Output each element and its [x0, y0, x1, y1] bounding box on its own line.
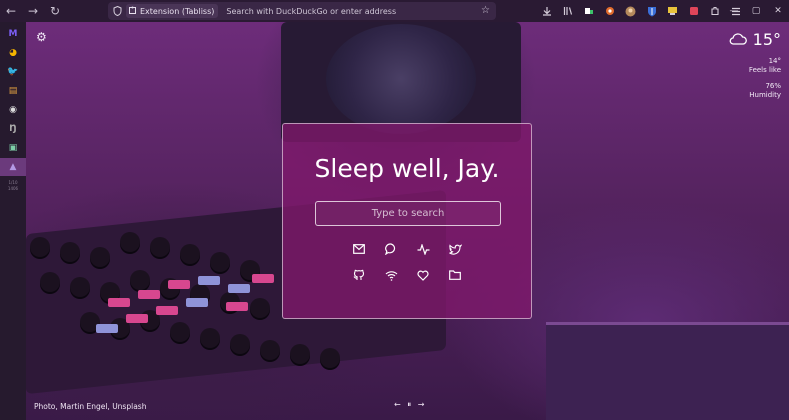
weather-temperature: 15° — [752, 30, 781, 49]
synth-knob — [130, 270, 150, 290]
synth-knob — [260, 340, 280, 360]
minimize-button[interactable]: — — [723, 0, 745, 22]
synth-key — [96, 324, 118, 333]
synth-knob — [70, 277, 90, 297]
chat-icon: ▣ — [8, 143, 18, 153]
sidebar-item-twitter-icon[interactable]: 🐦 — [0, 63, 26, 81]
greeting-card: Sleep well, Jay. Type to search — [282, 123, 532, 319]
mail-icon[interactable] — [351, 241, 367, 257]
synth-key — [156, 306, 178, 315]
sidebar-item-gmail-icon[interactable]: M — [0, 25, 26, 43]
chat-bubble-icon[interactable] — [383, 241, 399, 257]
synth-knob — [150, 237, 170, 257]
synth-knob — [40, 272, 60, 292]
github-icon: ◉ — [9, 105, 17, 115]
web-panel-sidebar: M ◕ 🐦 ▤ ◉ Ŋ ▣ ▲ 1/10 1406 — [0, 22, 26, 420]
bookmark-star-icon[interactable]: ☆ — [481, 5, 490, 16]
sidebar-footer: 1/10 1406 — [7, 180, 19, 191]
synth-knob — [210, 252, 230, 272]
synth-key — [126, 314, 148, 323]
sidebar-item-github-icon[interactable]: ◉ — [0, 101, 26, 119]
synth-knob — [90, 247, 110, 267]
download-icon[interactable] — [536, 0, 557, 22]
extensions-icon[interactable] — [704, 0, 725, 22]
feels-like-label: Feels like — [748, 66, 781, 74]
back-button[interactable]: ← — [0, 0, 22, 22]
cloud-icon — [729, 30, 747, 49]
avatar-icon[interactable] — [620, 0, 641, 22]
activity-icon[interactable] — [415, 241, 431, 257]
synth-knob — [320, 348, 340, 368]
reload-button[interactable]: ↻ — [44, 0, 66, 22]
synth-knob — [230, 334, 250, 354]
extension-chip[interactable]: Extension (Tabliss) — [126, 4, 219, 18]
tool-icon: Ŋ — [9, 124, 17, 134]
synth-knob — [200, 328, 220, 348]
synth-key — [168, 280, 190, 289]
library-icon[interactable] — [557, 0, 578, 22]
github-icon[interactable] — [351, 267, 367, 283]
google-icon: ◕ — [9, 48, 17, 58]
twitter-icon[interactable] — [447, 241, 463, 257]
tabliss-page: ⚙ 15° 14° Feels like 76% Humidity Sleep … — [26, 22, 789, 420]
url-bar[interactable]: Extension (Tabliss) Search with DuckDuck… — [108, 2, 496, 20]
weather-widget: 15° 14° Feels like 76% Humidity — [729, 30, 781, 99]
extension-chip-label: Extension (Tabliss) — [140, 6, 215, 16]
tabliss-icon: ▲ — [9, 162, 17, 172]
feels-like-value: 14° — [768, 57, 781, 65]
synth-knob — [120, 232, 140, 252]
synth-key — [108, 298, 130, 307]
heart-icon[interactable] — [415, 267, 431, 283]
synth-knob — [290, 344, 310, 364]
window-controls: — ▢ ✕ — [723, 0, 789, 22]
reader-icon: ▤ — [8, 86, 18, 96]
synth-key — [228, 284, 250, 293]
forward-button[interactable]: → — [22, 0, 44, 22]
synth-knob — [60, 242, 80, 262]
greeting-text: Sleep well, Jay. — [314, 154, 500, 183]
puzzle-icon — [129, 6, 137, 16]
toolbar-icons — [536, 0, 746, 22]
synth-knob — [170, 322, 190, 342]
settings-gear-icon[interactable]: ⚙ — [36, 30, 50, 44]
quick-links — [351, 241, 463, 283]
synth-key — [186, 298, 208, 307]
background-speaker-cone — [326, 24, 476, 134]
sidebar-item-chat-icon[interactable]: ▣ — [0, 139, 26, 157]
synth-knob — [180, 244, 200, 264]
background-laptop — [546, 322, 789, 420]
sidebar-item-tabliss-icon[interactable]: ▲ — [0, 158, 26, 176]
shield-icon[interactable] — [108, 6, 126, 16]
close-button[interactable]: ✕ — [767, 0, 789, 22]
synth-key — [198, 276, 220, 285]
sidebar-item-reader-icon[interactable]: ▤ — [0, 82, 26, 100]
sidebar-item-google-icon[interactable]: ◕ — [0, 44, 26, 62]
twitter-icon: 🐦 — [7, 67, 19, 77]
search-input[interactable]: Type to search — [315, 201, 501, 226]
url-placeholder: Search with DuckDuckGo or enter address — [226, 6, 397, 16]
humidity-value: 76% — [765, 82, 781, 90]
gmail-icon: M — [8, 29, 18, 39]
photo-credit[interactable]: Photo, Martin Engel, Unsplash — [34, 402, 146, 411]
bitwarden-icon[interactable] — [641, 0, 662, 22]
synth-knob — [30, 237, 50, 257]
synth-key — [252, 274, 274, 283]
synth-key — [226, 302, 248, 311]
background-navigation[interactable]: ← ⏸ → — [394, 400, 427, 410]
sidebar-items: M ◕ 🐦 ▤ ◉ Ŋ ▣ ▲ — [0, 25, 26, 176]
extension-icon[interactable] — [578, 0, 599, 22]
synth-knob — [250, 298, 270, 318]
sidebar-item-tool-icon[interactable]: Ŋ — [0, 120, 26, 138]
pocket-icon[interactable] — [683, 0, 704, 22]
wifi-icon[interactable] — [383, 267, 399, 283]
synth-key — [138, 290, 160, 299]
folder-icon[interactable] — [447, 267, 463, 283]
addon-icon[interactable] — [599, 0, 620, 22]
container-icon[interactable] — [662, 0, 683, 22]
humidity-label: Humidity — [749, 91, 781, 99]
maximize-button[interactable]: ▢ — [745, 0, 767, 22]
